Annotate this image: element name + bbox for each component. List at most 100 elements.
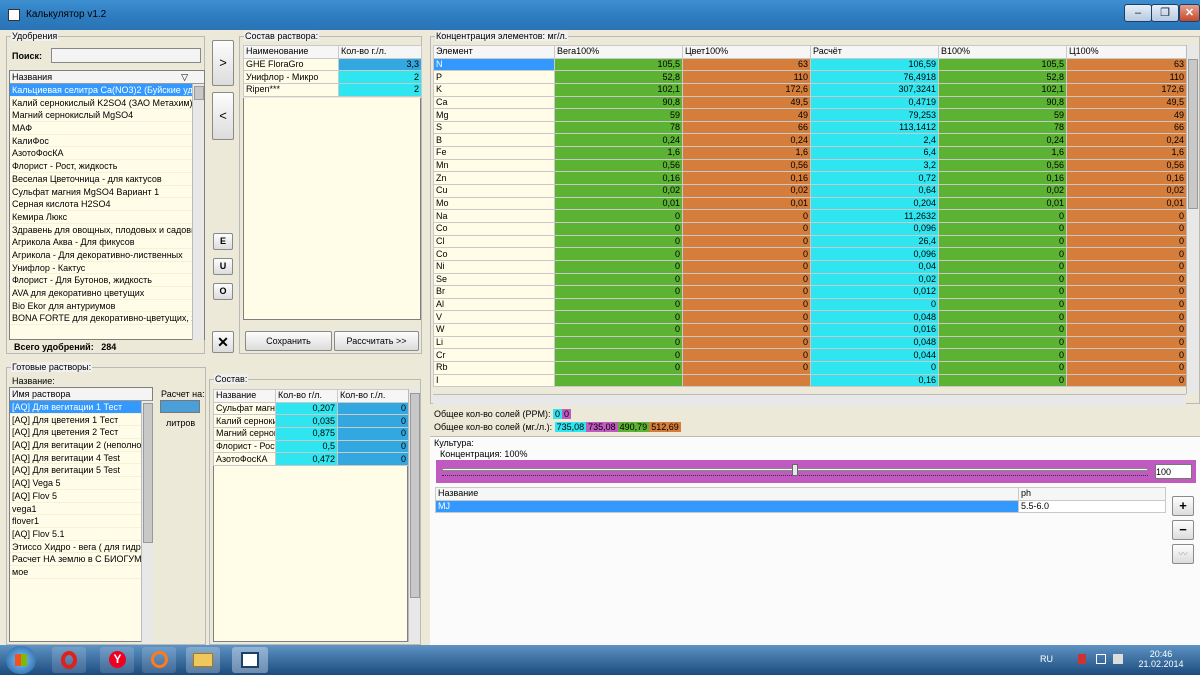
culture-row[interactable]: MJ 5.5-6.0 (435, 499, 1166, 514)
slider-value-input[interactable] (1155, 464, 1192, 479)
conc-value[interactable]: 0 (554, 335, 683, 350)
conc-value[interactable]: 0 (554, 323, 683, 337)
solution-name[interactable]: GHE FloraGro (243, 57, 339, 72)
remove-culture-button[interactable]: − (1172, 520, 1194, 540)
conc-value[interactable]: 0 (682, 361, 811, 375)
conc-element[interactable]: Cl (433, 234, 555, 249)
conc-value[interactable]: 0 (554, 221, 683, 236)
conc-col-header[interactable]: В100% (938, 45, 1067, 59)
conc-value[interactable]: 0,24 (554, 133, 683, 148)
fertilizer-list[interactable]: Названия ▽ Кальциевая селитра Ca(NO3)2 (Б… (9, 70, 205, 340)
conc-value[interactable]: 0 (938, 323, 1067, 337)
fertilizer-list-item[interactable]: Унифлор - Кактус (10, 262, 204, 275)
conc-row[interactable]: Se 0 0 0,02 0 0 (433, 272, 1187, 287)
conc-value[interactable]: 0 (554, 247, 683, 261)
conc-col-header[interactable]: Цвет100% (682, 45, 811, 59)
conc-value[interactable]: 63 (682, 57, 811, 72)
conc-value[interactable]: 78 (554, 120, 683, 135)
conc-element[interactable]: Zn (433, 171, 555, 186)
conc-value[interactable]: 0,096 (810, 247, 939, 261)
conc-col-header[interactable]: Ц100% (1066, 45, 1187, 59)
conc-row[interactable]: Co 0 0 0,096 0 0 (433, 221, 1187, 236)
conc-value[interactable]: 113,1412 (810, 120, 939, 135)
ready-solution-item[interactable]: [AQ] Для цветения 2 Тест (10, 426, 152, 440)
conc-value[interactable]: 0 (1066, 221, 1187, 236)
close-button[interactable]: ✕ (1179, 4, 1200, 22)
conc-value[interactable]: 49,5 (1066, 95, 1187, 110)
conc-element[interactable]: Ni (433, 259, 555, 274)
conc-value[interactable]: 0 (938, 221, 1067, 236)
conc-value[interactable] (682, 373, 811, 388)
conc-value[interactable]: 1,6 (682, 146, 811, 160)
conc-value[interactable]: 0 (554, 285, 683, 299)
conc-value[interactable]: 0,02 (810, 272, 939, 287)
conc-element[interactable]: Rb (433, 361, 555, 375)
delete-button[interactable]: ✕ (212, 331, 234, 353)
conc-value[interactable]: 0 (810, 361, 939, 375)
culture-col-ph[interactable]: ph (1018, 487, 1166, 501)
conc-value[interactable]: 102,1 (554, 82, 683, 97)
conc-value[interactable]: 172,6 (1066, 82, 1187, 97)
ready-solution-item[interactable]: Этиссо Хидро - вега ( для гидры) (10, 541, 152, 554)
conc-value[interactable]: 0 (554, 361, 683, 375)
conc-value[interactable]: 0 (554, 234, 683, 249)
conc-element[interactable]: Co (433, 221, 555, 236)
conc-value[interactable]: 0 (1066, 373, 1187, 388)
conc-value[interactable]: 0 (1066, 259, 1187, 274)
conc-element[interactable]: Br (433, 285, 555, 299)
liters-input[interactable] (160, 400, 200, 413)
culture-table[interactable]: Название ph MJ 5.5-6.0 (435, 487, 1166, 514)
start-button[interactable] (6, 646, 36, 674)
fertilizer-list-item[interactable]: Агрикола - Для декоративно-лиственных (10, 249, 204, 262)
conc-element[interactable]: Mg (433, 108, 555, 122)
composition-row[interactable]: Магний сернок 0,875 0 (213, 426, 409, 441)
fertilizer-list-item[interactable]: Кальциевая селитра Ca(NO3)2 (Буйские уд-… (10, 84, 204, 97)
conc-value[interactable]: 0 (682, 234, 811, 249)
conc-row[interactable]: S 78 66 113,1412 78 66 (433, 120, 1187, 135)
conc-row[interactable]: Al 0 0 0 0 0 (433, 297, 1187, 312)
conc-value[interactable]: 0 (682, 310, 811, 325)
volume-icon[interactable] (1113, 654, 1123, 664)
conc-element[interactable]: Na (433, 209, 555, 223)
conc-value[interactable]: 0 (1066, 310, 1187, 325)
conc-value[interactable]: 0,016 (810, 323, 939, 337)
conc-element[interactable]: Co (433, 247, 555, 261)
conc-value[interactable]: 59 (554, 108, 683, 122)
comp-qty1[interactable]: 0,207 (275, 401, 338, 416)
filter-icon[interactable]: ▽ (181, 71, 188, 84)
conc-value[interactable]: 66 (682, 120, 811, 135)
fertilizer-list-item[interactable]: Кемира Люкс (10, 211, 204, 224)
conc-value[interactable]: 11,2632 (810, 209, 939, 223)
comp-name[interactable]: Флорист - Рост (213, 439, 276, 454)
composition-row[interactable]: Сульфат магни 0,207 0 (213, 401, 409, 416)
conc-value[interactable]: 0 (554, 272, 683, 287)
conc-value[interactable]: 0,01 (938, 196, 1067, 211)
conc-col-header[interactable]: Расчёт (810, 45, 939, 59)
culture-ph[interactable]: 5.5-6.0 (1018, 499, 1166, 514)
fertilizer-list-item[interactable]: Калий сернокислый K2SO4 (ЗАО Метахим) (10, 97, 204, 110)
conc-row[interactable]: Li 0 0 0,048 0 0 (433, 335, 1187, 350)
conc-value[interactable]: 0 (1066, 209, 1187, 223)
conc-value[interactable]: 0,01 (682, 196, 811, 211)
conc-value[interactable]: 6,4 (810, 146, 939, 160)
conc-value[interactable]: 0,01 (1066, 196, 1187, 211)
conc-value[interactable]: 0,24 (1066, 133, 1187, 148)
conc-row[interactable]: Cr 0 0 0,044 0 0 (433, 348, 1187, 363)
conc-value[interactable]: 0 (1066, 272, 1187, 287)
opera-taskbar-icon[interactable] (52, 647, 86, 673)
ready-scrollbar[interactable] (141, 401, 153, 642)
conc-value[interactable]: 0,24 (682, 133, 811, 148)
conc-value[interactable]: 0 (682, 335, 811, 350)
conc-value[interactable]: 0,64 (810, 184, 939, 198)
conc-row[interactable]: V 0 0 0,048 0 0 (433, 310, 1187, 325)
solution-qty[interactable]: 3,3 (338, 57, 422, 72)
conc-value[interactable]: 0 (938, 209, 1067, 223)
conc-value[interactable]: 1,6 (938, 146, 1067, 160)
comp-col-qty2[interactable]: Кол-во г./л. (337, 389, 409, 403)
solution-col-qty[interactable]: Кол-во г./л. (338, 45, 422, 59)
conc-value[interactable]: 49 (1066, 108, 1187, 122)
e-button[interactable]: E (213, 233, 233, 250)
conc-value[interactable]: 110 (1066, 70, 1187, 84)
conc-element[interactable]: Cu (433, 184, 555, 198)
conc-row[interactable]: Mg 59 49 79,253 59 49 (433, 108, 1187, 122)
